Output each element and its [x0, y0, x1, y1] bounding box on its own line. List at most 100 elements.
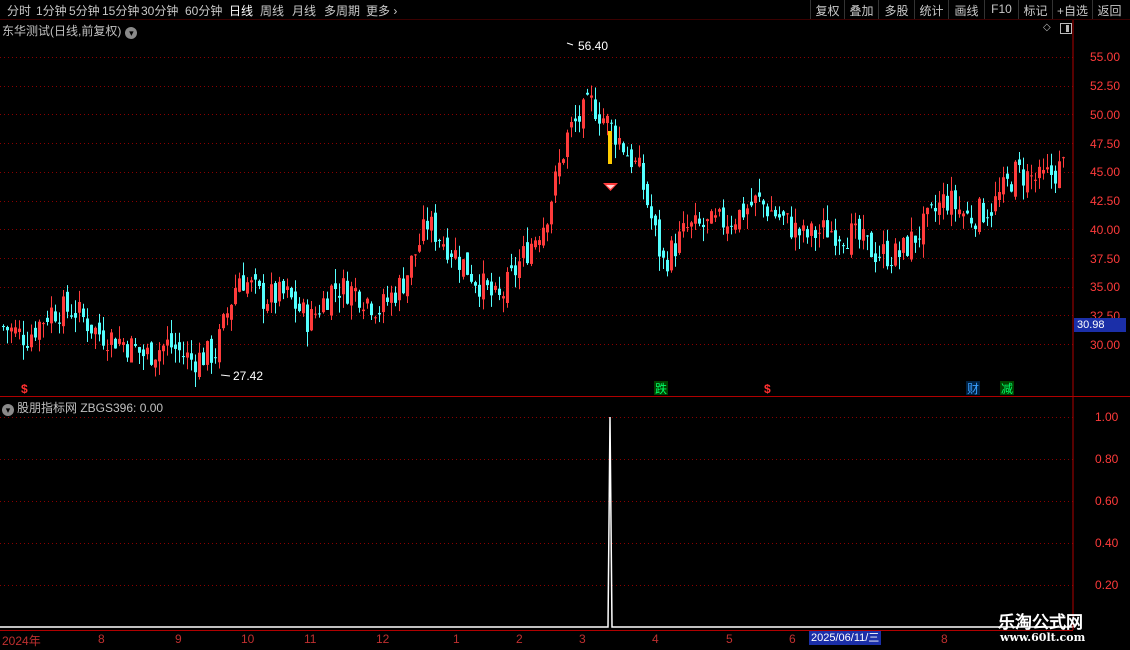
candle-body: [362, 309, 365, 312]
candle-body: [1014, 161, 1017, 197]
candle-body: [170, 333, 173, 348]
event-marker-reduce[interactable]: 减: [1001, 382, 1013, 396]
event-marker-dividend[interactable]: $: [764, 382, 771, 396]
candle-body: [178, 342, 181, 351]
candle-body: [38, 321, 41, 340]
candle-body: [750, 201, 753, 206]
candle-body: [438, 240, 441, 242]
candle-body: [26, 345, 29, 348]
candle-body: [642, 163, 645, 190]
candle-body: [586, 92, 589, 95]
candle-body: [22, 334, 25, 346]
candle-body: [310, 309, 313, 331]
candle-body: [930, 204, 933, 206]
event-marker-drop[interactable]: 跌: [655, 381, 667, 396]
candle-body: [1038, 166, 1041, 179]
candle-body: [634, 160, 637, 162]
signal-bar: [608, 131, 612, 164]
candle-body: [822, 220, 825, 228]
candle-body: [258, 280, 261, 287]
candle-body: [602, 118, 605, 124]
candle-body: [358, 291, 361, 308]
candle-body: [922, 213, 925, 245]
candle-body: [470, 273, 473, 282]
price-tick: 55.00: [1090, 50, 1120, 64]
candle-body: [194, 361, 197, 373]
low-price-label: 27.42: [233, 369, 263, 383]
candle-body: [354, 288, 357, 292]
candle-body: [262, 282, 265, 309]
candle-body: [594, 99, 597, 120]
candle-body: [834, 230, 837, 246]
candle-body: [394, 292, 397, 303]
low-arrow-icon: [220, 374, 231, 377]
candle-body: [286, 286, 289, 290]
candle-body: [938, 202, 941, 215]
candle-body: [338, 295, 341, 298]
high-price-label: 56.40: [578, 39, 608, 53]
candle-body: [974, 225, 977, 230]
candle-body: [798, 228, 801, 236]
candle-body: [510, 265, 513, 269]
zbgs396-line: [0, 416, 1073, 628]
candle-body: [1002, 177, 1005, 195]
candle-body: [862, 229, 865, 241]
candle-body: [886, 240, 889, 267]
candle-body: [342, 278, 345, 295]
event-marker-dividend[interactable]: $: [21, 382, 28, 396]
candle-body: [42, 323, 45, 325]
candle-body: [730, 225, 733, 227]
candle-body: [698, 218, 701, 224]
candle-body: [570, 122, 573, 128]
candlestick-series: [2, 85, 1065, 388]
panel-layout-icon[interactable]: [1060, 23, 1072, 34]
candle-body: [806, 229, 809, 238]
chevron-down-icon[interactable]: ▾: [2, 404, 14, 416]
candle-body: [278, 281, 281, 302]
candle-body: [398, 277, 401, 301]
candle-body: [754, 195, 757, 203]
indicator-title: ▾ 股朋指标网 ZBGS396: 0.00: [2, 399, 163, 416]
candle-body: [1062, 157, 1065, 159]
candle-body: [598, 114, 601, 124]
kline-chart[interactable]: 55.00 52.50 50.00 47.50 45.00 42.50 40.0…: [0, 0, 1130, 650]
candle-body: [970, 217, 973, 224]
candle-body: [950, 190, 953, 215]
candle-body: [202, 352, 205, 366]
candle-body: [794, 222, 797, 238]
candle-body: [1010, 184, 1013, 192]
candle-body: [450, 253, 453, 258]
candle-body: [650, 206, 653, 219]
candle-body: [454, 250, 457, 259]
current-price-tag: 30.98: [1074, 318, 1126, 332]
diamond-icon[interactable]: ◇: [1043, 23, 1053, 33]
candle-body: [10, 327, 13, 332]
candle-body: [318, 313, 321, 315]
candle-body: [474, 282, 477, 286]
candle-body: [522, 246, 525, 258]
candle-body: [126, 344, 129, 358]
candle-body: [1046, 167, 1049, 170]
watermark-url: www.60lt.com: [1000, 631, 1086, 644]
price-tick: 40.00: [1090, 223, 1120, 237]
date-tick: 5: [726, 632, 733, 646]
candle-body: [186, 352, 189, 358]
price-tick: 37.50: [1090, 252, 1120, 266]
candle-body: [162, 345, 165, 352]
event-marker-finance[interactable]: 财: [967, 382, 979, 396]
candle-body: [302, 302, 305, 314]
candle-body: [330, 285, 333, 316]
candle-body: [734, 224, 737, 230]
candle-body: [502, 296, 505, 299]
chevron-down-icon[interactable]: ▾: [125, 27, 138, 39]
candle-body: [890, 265, 893, 267]
candle-body: [622, 143, 625, 153]
candle-body: [66, 291, 69, 312]
candle-body: [254, 274, 257, 280]
candle-body: [978, 198, 981, 232]
candle-body: [714, 215, 717, 218]
stock-title-text: 东华测试(日线,前复权): [2, 24, 122, 38]
candle-body: [850, 223, 853, 255]
candle-body: [214, 357, 217, 359]
candle-body: [238, 278, 241, 292]
